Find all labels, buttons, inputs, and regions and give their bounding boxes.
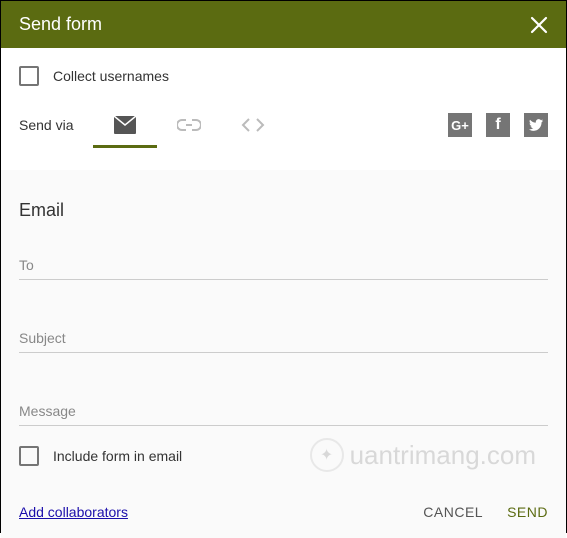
collect-usernames-row: Collect usernames (19, 66, 548, 86)
collect-usernames-label: Collect usernames (53, 68, 169, 84)
dialog-top: Collect usernames Send via G+ f (1, 48, 566, 170)
to-field[interactable]: To (19, 257, 548, 280)
dialog-header: Send form (1, 1, 566, 48)
tab-embed[interactable] (221, 106, 285, 144)
embed-icon (241, 118, 265, 132)
email-panel: Email To Subject Message Include form in… (1, 170, 566, 538)
include-form-checkbox[interactable] (19, 446, 39, 466)
close-icon[interactable] (530, 16, 548, 34)
dialog-title: Send form (19, 14, 102, 35)
message-field[interactable]: Message (19, 403, 548, 426)
cancel-button[interactable]: CANCEL (423, 504, 483, 520)
email-icon (114, 116, 136, 134)
twitter-icon[interactable] (524, 113, 548, 137)
collect-usernames-checkbox[interactable] (19, 66, 39, 86)
tab-link[interactable] (157, 107, 221, 143)
link-icon (177, 119, 201, 131)
send-button[interactable]: SEND (507, 504, 548, 520)
send-via-label: Send via (19, 117, 73, 133)
include-form-row: Include form in email (19, 446, 548, 466)
subject-field[interactable]: Subject (19, 330, 548, 353)
facebook-icon[interactable]: f (486, 113, 510, 137)
panel-title: Email (19, 200, 548, 221)
social-share: G+ f (448, 113, 548, 137)
dialog-actions: CANCEL SEND (423, 504, 548, 520)
add-collaborators-link[interactable]: Add collaborators (19, 504, 128, 520)
message-label: Message (19, 403, 76, 419)
tab-email[interactable] (93, 104, 157, 146)
to-label: To (19, 257, 34, 273)
send-via-row: Send via G+ f (19, 104, 548, 146)
include-form-label: Include form in email (53, 448, 182, 464)
gplus-icon[interactable]: G+ (448, 113, 472, 137)
send-via-tabs (93, 104, 285, 146)
subject-label: Subject (19, 330, 66, 346)
